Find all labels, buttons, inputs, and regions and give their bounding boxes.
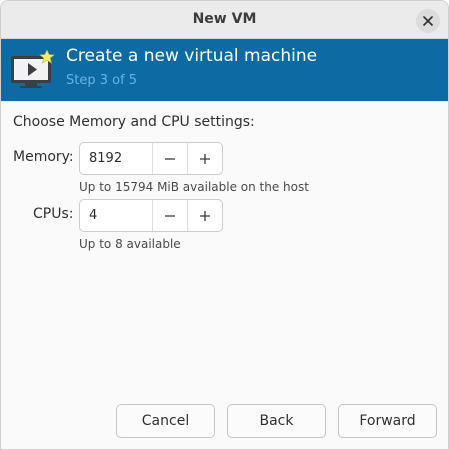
wizard-header: Create a new virtual machine Step 3 of 5 (1, 39, 448, 101)
window-title: New VM (192, 11, 257, 27)
cancel-button[interactable]: Cancel (116, 404, 215, 438)
close-button[interactable] (416, 9, 440, 33)
new-vm-window: New VM Create a new virtual machine Step… (0, 0, 449, 450)
cpus-input[interactable]: 4 (80, 200, 153, 231)
vm-monitor-icon (11, 50, 55, 88)
wizard-title: Create a new virtual machine (66, 46, 318, 66)
minus-icon (164, 157, 175, 160)
minus-icon (164, 214, 175, 217)
cpus-label: CPUs: (33, 206, 74, 222)
forward-button[interactable]: Forward (338, 404, 437, 438)
titlebar: New VM (1, 1, 448, 39)
settings-panel: Choose Memory and CPU settings: Memory: … (1, 101, 448, 449)
cpus-decrement-button[interactable] (153, 200, 188, 231)
memory-input[interactable]: 8192 (80, 143, 153, 174)
memory-label: Memory: (13, 149, 74, 165)
cpus-spinbox: 4 (79, 199, 223, 232)
memory-increment-button[interactable] (187, 143, 222, 174)
memory-hint: Up to 15794 MiB available on the host (79, 180, 309, 194)
plus-icon (200, 210, 211, 221)
wizard-step: Step 3 of 5 (66, 73, 138, 88)
back-button[interactable]: Back (227, 404, 326, 438)
cpus-increment-button[interactable] (187, 200, 222, 231)
memory-decrement-button[interactable] (153, 143, 188, 174)
plus-icon (200, 153, 211, 164)
cpus-hint: Up to 8 available (79, 237, 181, 251)
memory-spinbox: 8192 (79, 142, 223, 175)
section-heading: Choose Memory and CPU settings: (13, 114, 255, 130)
close-icon (423, 16, 433, 26)
